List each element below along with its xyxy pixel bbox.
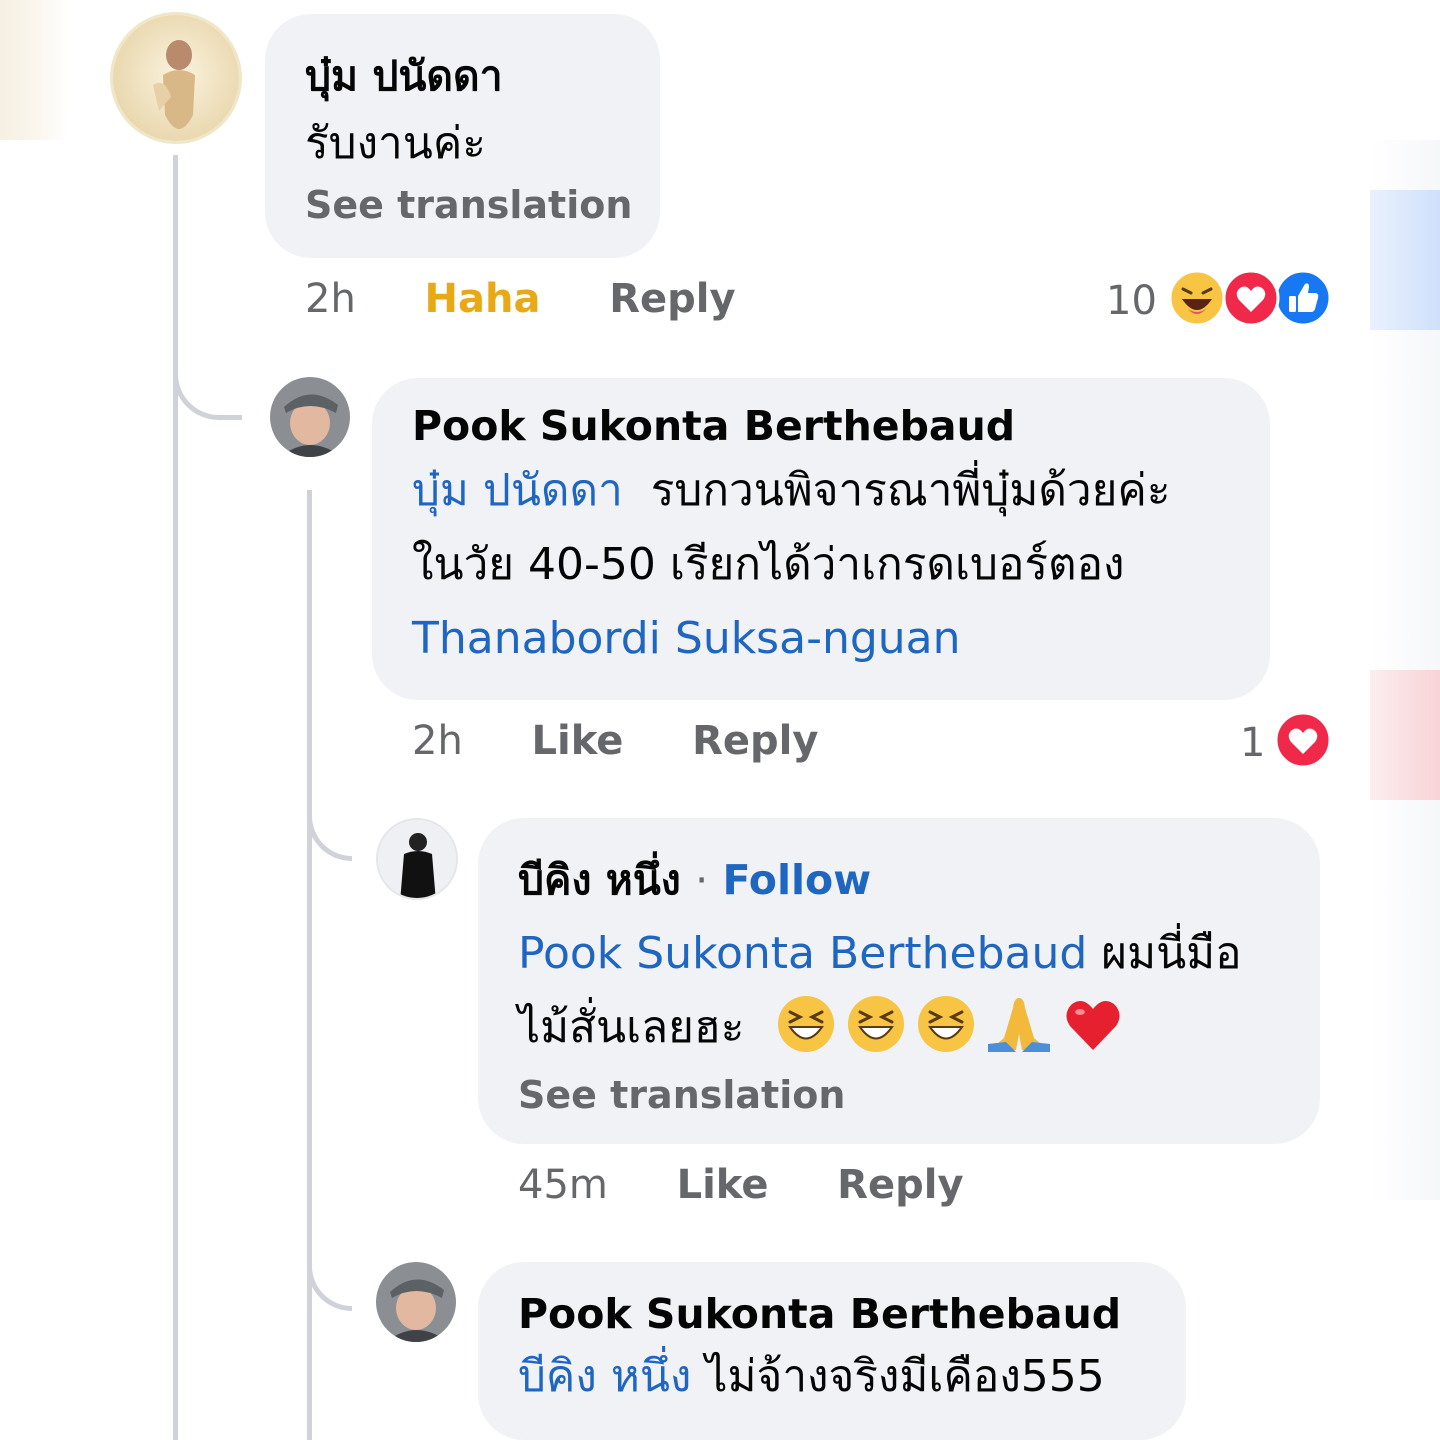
comment-bubble-3: บีคิง หนึ่ง · Follow Pook Sukonta Berthe… (478, 818, 1320, 1144)
right-edge-red-blur (1370, 670, 1440, 800)
mention-link[interactable]: Pook Sukonta Berthebaud (518, 928, 1087, 979)
comment-text: ไม้สั่นเลยฮะ (518, 1002, 745, 1053)
reply-button[interactable]: Reply (692, 718, 818, 764)
comment-text-line: บุ๋ม ปนัดดา รบกวนพิจารณาพี่บุ๋มด้วยค่ะ (412, 454, 1230, 528)
laughing-emoji (848, 996, 905, 1052)
comment-header: บีคิง หนึ่ง · Follow (518, 848, 1280, 913)
follow-button[interactable]: Follow (722, 856, 871, 904)
comment-time[interactable]: 2h (412, 718, 463, 764)
emoji-row (776, 994, 1124, 1054)
mention-link[interactable]: บีคิง หนึ่ง (518, 1351, 691, 1402)
like-button[interactable]: Like (677, 1162, 769, 1208)
left-edge-background (0, 0, 70, 140)
comment-time[interactable]: 2h (305, 276, 356, 322)
comment-text: ไม่จ้างจริงมีเคือง555 (705, 1351, 1105, 1402)
tag-link[interactable]: Thanabordi Suksa-nguan (412, 602, 1230, 676)
reply-button[interactable]: Reply (837, 1162, 963, 1208)
comment-text-line: ไม้สั่นเลยฮะ (518, 991, 1280, 1065)
comment-text: รบกวนพิจารณาพี่บุ๋มด้วยค่ะ (650, 465, 1171, 516)
avatar-photo (378, 820, 456, 898)
comment-author[interactable]: Pook Sukonta Berthebaud (518, 1290, 1146, 1338)
folded-hands-emoji (988, 998, 1051, 1052)
reaction-count[interactable]: 1 (1240, 720, 1265, 766)
thread-branch-2 (307, 790, 352, 861)
see-translation-link[interactable]: See translation (518, 1073, 1280, 1117)
comment-actions-2: 2h Like Reply (412, 718, 818, 764)
laughing-emoji (918, 996, 975, 1052)
avatar-pook-sukonta[interactable] (270, 377, 350, 457)
comment-actions-3: 45m Like Reply (518, 1162, 964, 1208)
reaction-count[interactable]: 10 (1106, 278, 1157, 324)
comment-text: ในวัย 40-50 เรียกได้ว่าเกรดเบอร์ตอง (412, 539, 1125, 590)
thread-line-nested (307, 490, 312, 1440)
love-icon (1222, 269, 1280, 327)
comment-author[interactable]: Pook Sukonta Berthebaud (412, 402, 1230, 450)
see-translation-link[interactable]: See translation (305, 183, 632, 227)
thread-branch-1 (173, 345, 242, 420)
love-icon (1274, 711, 1332, 769)
avatar-photo (270, 377, 350, 457)
avatar-boom-panadda[interactable] (110, 12, 242, 144)
reply-button[interactable]: Reply (609, 276, 735, 322)
avatar-pook-sukonta[interactable] (376, 1262, 456, 1342)
avatar-photo (113, 15, 239, 141)
comment-author[interactable]: บีคิง หนึ่ง (518, 856, 681, 904)
comment-author[interactable]: บุ๋ม ปนัดดา (305, 44, 620, 109)
haha-reaction-button[interactable]: Haha (425, 276, 541, 322)
comment-text-line: Pook Sukonta Berthebaud ผมนี่มือ (518, 917, 1280, 991)
thread-branch-3 (307, 1240, 352, 1311)
comment-actions-1: 2h Haha Reply (305, 276, 736, 322)
avatar-bking-nueng[interactable] (376, 818, 458, 900)
comment-time[interactable]: 45m (518, 1162, 608, 1208)
comment-text-line: บีคิง หนึ่ง ไม่จ้างจริงมีเคือง555 (518, 1340, 1146, 1414)
comment-text: ผมนี่มือ (1101, 928, 1242, 979)
red-heart-emoji (1066, 1000, 1120, 1050)
laughing-emoji (778, 996, 835, 1052)
comment-bubble-1: บุ๋ม ปนัดดา รับงานค่ะ See translation (265, 14, 660, 258)
avatar-photo (376, 1262, 456, 1342)
like-button[interactable]: Like (532, 718, 624, 764)
comment-text: รับงานค่ะ (305, 118, 486, 169)
comment-bubble-2: Pook Sukonta Berthebaud บุ๋ม ปนัดดา รบกว… (372, 378, 1270, 700)
mention-link[interactable]: บุ๋ม ปนัดดา (412, 465, 623, 516)
separator-dot: · (695, 856, 709, 904)
like-icon (1274, 269, 1332, 327)
haha-icon (1168, 269, 1226, 327)
comment-bubble-4: Pook Sukonta Berthebaud บีคิง หนึ่ง ไม่จ… (478, 1262, 1186, 1440)
right-edge-blue-blur (1370, 190, 1440, 330)
